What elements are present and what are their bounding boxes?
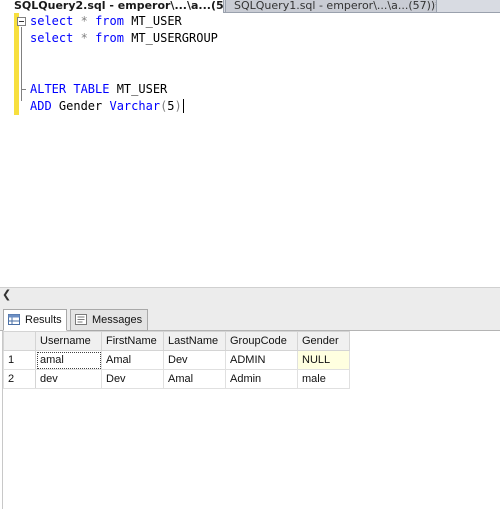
sql-text: Gender: [51, 99, 110, 113]
sql-text: MT_USER: [123, 14, 182, 28]
tab-sqlquery2[interactable]: SQLQuery2.sql - emperor\...\a...(51))*: [0, 0, 224, 13]
row-number-header[interactable]: [3, 331, 36, 351]
code-line[interactable]: ALTER TABLE MT_USER: [30, 81, 218, 98]
messages-tab-label: Messages: [92, 314, 143, 326]
grid-results-icon: [8, 314, 20, 325]
row-number[interactable]: 1: [3, 350, 36, 370]
tab-sqlquery1[interactable]: SQLQuery1.sql - emperor\...\a...(57))*: [225, 0, 437, 13]
scroll-left-arrow-icon[interactable]: ❮: [2, 288, 11, 302]
cell-gender[interactable]: male: [297, 369, 350, 389]
table-row[interactable]: 1 amal Amal Dev ADMIN NULL: [3, 350, 350, 370]
row-number[interactable]: 2: [3, 369, 36, 389]
text-caret: [182, 99, 184, 113]
sql-operator: *: [80, 31, 88, 45]
outline-end: [21, 89, 26, 90]
code-line[interactable]: [30, 47, 218, 64]
code-line[interactable]: [30, 64, 218, 81]
sql-text: MT_USER: [109, 82, 168, 96]
query-editor[interactable]: select * from MT_USER select * from MT_US…: [0, 13, 500, 287]
cell-firstname[interactable]: Dev: [101, 369, 164, 389]
code-line[interactable]: select * from MT_USERGROUP: [30, 30, 218, 47]
cell-gender[interactable]: NULL: [297, 350, 350, 370]
change-tracking-margin: [14, 13, 19, 115]
tab-label: SQLQuery2.sql - emperor\...\a...(51))*: [14, 0, 224, 12]
cell-firstname[interactable]: Amal: [101, 350, 164, 370]
sql-keyword: from: [95, 14, 124, 28]
cell-username[interactable]: dev: [35, 369, 102, 389]
code-text[interactable]: select * from MT_USER select * from MT_US…: [30, 13, 218, 115]
tab-messages[interactable]: Messages: [70, 309, 148, 331]
header-row: Username FirstName LastName GroupCode Ge…: [3, 331, 350, 351]
sql-keyword: select: [30, 31, 74, 45]
column-header-username[interactable]: Username: [35, 331, 102, 351]
tab-results[interactable]: Results: [3, 309, 67, 331]
sql-keyword: select: [30, 14, 74, 28]
sql-keyword: Varchar: [109, 99, 161, 113]
sql-keyword: ALTER: [30, 82, 67, 96]
cell-groupcode[interactable]: ADMIN: [225, 350, 298, 370]
messages-icon: [75, 314, 87, 325]
sql-keyword: TABLE: [73, 82, 110, 96]
cell-lastname[interactable]: Amal: [163, 369, 226, 389]
cell-lastname[interactable]: Dev: [163, 350, 226, 370]
table-row[interactable]: 2 dev Dev Amal Admin male: [3, 369, 350, 389]
sql-operator: *: [80, 14, 88, 28]
column-header-lastname[interactable]: LastName: [163, 331, 226, 351]
column-header-groupcode[interactable]: GroupCode: [225, 331, 298, 351]
collapse-minus-icon[interactable]: [17, 17, 26, 26]
editor-horizontal-scrollbar[interactable]: ❮: [0, 287, 500, 303]
sql-operator: ): [174, 99, 182, 113]
results-grid[interactable]: Username FirstName LastName GroupCode Ge…: [2, 331, 500, 509]
sql-text: MT_USERGROUP: [123, 31, 218, 45]
column-header-firstname[interactable]: FirstName: [101, 331, 164, 351]
sql-keyword: ADD: [30, 99, 52, 113]
document-tab-strip: SQLQuery2.sql - emperor\...\a...(51))* S…: [0, 0, 500, 13]
results-table: Username FirstName LastName GroupCode Ge…: [3, 331, 350, 389]
results-tab-bar: Results Messages: [0, 303, 500, 331]
column-header-gender[interactable]: Gender: [297, 331, 350, 351]
cell-username[interactable]: amal: [35, 350, 102, 370]
code-line[interactable]: ADD Gender Varchar(5): [30, 98, 218, 115]
cell-groupcode[interactable]: Admin: [225, 369, 298, 389]
sql-keyword: from: [95, 31, 124, 45]
results-tab-label: Results: [25, 314, 62, 326]
tab-label: SQLQuery1.sql - emperor\...\a...(57))*: [234, 0, 437, 12]
sql-text: 5: [167, 99, 175, 113]
code-line[interactable]: select * from MT_USER: [30, 13, 218, 30]
